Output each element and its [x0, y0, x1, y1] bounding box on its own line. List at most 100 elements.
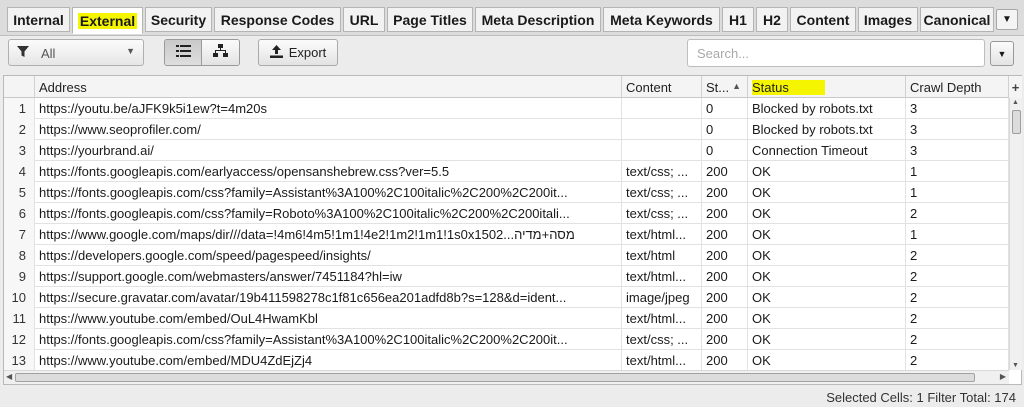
crawl-depth-cell[interactable]: 2 [906, 308, 1009, 329]
tab-url[interactable]: URL [343, 7, 385, 32]
search-options-button[interactable]: ▼ [990, 41, 1014, 66]
status-code-cell[interactable]: 0 [702, 98, 748, 119]
scroll-right-icon[interactable]: ▶ [1000, 372, 1006, 381]
row-number-cell[interactable]: 6 [4, 203, 35, 224]
address-cell[interactable]: https://secure.gravatar.com/avatar/19b41… [35, 287, 622, 308]
table-row[interactable]: 5 https://fonts.googleapis.com/css?family… [4, 182, 1009, 203]
address-cell[interactable]: https://developers.google.com/speed/page… [35, 245, 622, 266]
add-column-button[interactable]: + [1009, 76, 1022, 98]
content-type-cell[interactable]: text/html [622, 245, 702, 266]
table-row[interactable]: 10 https://secure.gravatar.com/avatar/19b… [4, 287, 1009, 308]
row-number-cell[interactable]: 1 [4, 98, 35, 119]
status-code-cell[interactable]: 200 [702, 266, 748, 287]
content-type-cell[interactable] [622, 98, 702, 119]
row-number-cell[interactable]: 4 [4, 161, 35, 182]
address-cell[interactable]: https://www.youtube.com/embed/MDU4ZdEjZj… [35, 350, 622, 371]
content-type-cell[interactable]: text/css; ... [622, 329, 702, 350]
status-cell[interactable]: OK [748, 287, 906, 308]
row-number-cell[interactable]: 13 [4, 350, 35, 371]
column-header-content[interactable]: Content [622, 76, 702, 98]
address-cell[interactable]: https://www.seoprofiler.com/ [35, 119, 622, 140]
content-type-cell[interactable] [622, 140, 702, 161]
tab-canonical[interactable]: Canonical [920, 7, 994, 32]
export-button[interactable]: Export [258, 39, 338, 66]
crawl-depth-cell[interactable]: 2 [906, 266, 1009, 287]
tab-page-titles[interactable]: Page Titles [387, 7, 473, 32]
status-cell[interactable]: Connection Timeout [748, 140, 906, 161]
table-row[interactable]: 9 https://support.google.com/webmasters/a… [4, 266, 1009, 287]
horizontal-scroll-thumb[interactable] [15, 373, 975, 382]
vertical-scroll-thumb[interactable] [1012, 110, 1021, 134]
status-code-cell[interactable]: 0 [702, 119, 748, 140]
table-row[interactable]: 3 https://yourbrand.ai/0 Connection Timeou… [4, 140, 1009, 161]
status-code-cell[interactable]: 200 [702, 308, 748, 329]
address-cell[interactable]: https://yourbrand.ai/ [35, 140, 622, 161]
table-row[interactable]: 12 https://fonts.googleapis.com/css?famil… [4, 329, 1009, 350]
table-row[interactable]: 2 https://www.seoprofiler.com/0 Blocked by… [4, 119, 1009, 140]
crawl-depth-cell[interactable]: 3 [906, 140, 1009, 161]
address-cell[interactable]: https://support.google.com/webmasters/an… [35, 266, 622, 287]
tab-overflow-button[interactable]: ▼ [996, 9, 1018, 30]
content-type-cell[interactable] [622, 119, 702, 140]
status-code-cell[interactable]: 200 [702, 245, 748, 266]
row-number-cell[interactable]: 10 [4, 287, 35, 308]
tab-external[interactable]: External [72, 7, 143, 34]
tab-meta-description[interactable]: Meta Description [475, 7, 601, 32]
status-code-cell[interactable]: 200 [702, 203, 748, 224]
tab-images[interactable]: Images [858, 7, 918, 32]
tab-h2[interactable]: H2 [756, 7, 788, 32]
row-number-cell[interactable]: 11 [4, 308, 35, 329]
content-type-cell[interactable]: text/html... [622, 224, 702, 245]
vertical-scrollbar[interactable]: ▲ ▼ [1009, 98, 1022, 370]
row-number-cell[interactable]: 9 [4, 266, 35, 287]
column-header-status-code[interactable]: St... ▲ [702, 76, 748, 98]
address-cell[interactable]: https://youtu.be/aJFK9k5i1ew?t=4m20s [35, 98, 622, 119]
address-cell[interactable]: https://fonts.googleapis.com/css?family=… [35, 182, 622, 203]
status-cell[interactable]: OK [748, 224, 906, 245]
content-type-cell[interactable]: text/html... [622, 350, 702, 371]
tab-internal[interactable]: Internal [7, 7, 70, 32]
crawl-depth-cell[interactable]: 1 [906, 224, 1009, 245]
column-header-crawl-depth[interactable]: Crawl Depth [906, 76, 1009, 98]
status-cell[interactable]: OK [748, 182, 906, 203]
filter-select[interactable]: All ▼ [8, 39, 144, 66]
tab-meta-keywords[interactable]: Meta Keywords [603, 7, 720, 32]
address-cell[interactable]: https://fonts.googleapis.com/earlyaccess… [35, 161, 622, 182]
status-code-cell[interactable]: 200 [702, 224, 748, 245]
row-number-cell[interactable]: 7 [4, 224, 35, 245]
table-row[interactable]: 7 https://www.google.com/maps/dir///data=… [4, 224, 1009, 245]
tab-h1[interactable]: H1 [722, 7, 754, 32]
status-cell[interactable]: OK [748, 203, 906, 224]
table-row[interactable]: 11 https://www.youtube.com/embed/OuL4Hwam… [4, 308, 1009, 329]
status-cell[interactable]: OK [748, 245, 906, 266]
tab-content[interactable]: Content [790, 7, 856, 32]
table-row[interactable]: 6 https://fonts.googleapis.com/css?family… [4, 203, 1009, 224]
status-code-cell[interactable]: 200 [702, 350, 748, 371]
row-number-cell[interactable]: 12 [4, 329, 35, 350]
crawl-depth-cell[interactable]: 2 [906, 329, 1009, 350]
status-cell[interactable]: OK [748, 350, 906, 371]
crawl-depth-cell[interactable]: 3 [906, 119, 1009, 140]
status-code-cell[interactable]: 200 [702, 329, 748, 350]
row-number-cell[interactable]: 5 [4, 182, 35, 203]
crawl-depth-cell[interactable]: 1 [906, 182, 1009, 203]
content-type-cell[interactable]: text/html... [622, 266, 702, 287]
column-header-row-number[interactable] [4, 76, 35, 98]
column-header-address[interactable]: Address [35, 76, 622, 98]
crawl-depth-cell[interactable]: 2 [906, 203, 1009, 224]
list-view-button[interactable] [165, 40, 203, 65]
address-cell[interactable]: https://fonts.googleapis.com/css?family=… [35, 203, 622, 224]
content-type-cell[interactable]: text/html... [622, 308, 702, 329]
status-code-cell[interactable]: 200 [702, 161, 748, 182]
status-code-cell[interactable]: 0 [702, 140, 748, 161]
row-number-cell[interactable]: 2 [4, 119, 35, 140]
status-code-cell[interactable]: 200 [702, 287, 748, 308]
table-row[interactable]: 8 https://developers.google.com/speed/pag… [4, 245, 1009, 266]
status-cell[interactable]: OK [748, 161, 906, 182]
status-cell[interactable]: OK [748, 329, 906, 350]
scroll-left-icon[interactable]: ◀ [6, 372, 12, 381]
status-cell[interactable]: Blocked by robots.txt [748, 119, 906, 140]
column-header-status[interactable]: Status [748, 76, 906, 98]
address-cell[interactable]: https://fonts.googleapis.com/css?family=… [35, 329, 622, 350]
crawl-depth-cell[interactable]: 2 [906, 287, 1009, 308]
